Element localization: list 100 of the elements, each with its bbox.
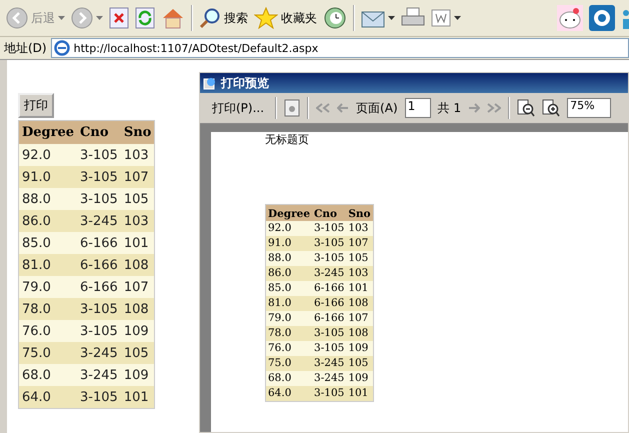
page-label: 页面(A) [356, 100, 398, 116]
table-cell: 101 [346, 281, 374, 296]
table-cell: 3-105 [312, 341, 346, 356]
table-cell: 105 [346, 356, 374, 371]
table-cell: 68.0 [266, 371, 312, 386]
table-cell: 91.0 [18, 166, 78, 188]
table-cell: 101 [346, 386, 374, 402]
table-cell: 3-245 [77, 342, 121, 364]
table-cell: 6-166 [312, 311, 346, 326]
table-cell: 91.0 [266, 236, 312, 251]
table-cell: 3-105 [312, 221, 346, 236]
table-cell: 105 [346, 251, 374, 266]
table-cell: 68.0 [18, 364, 78, 386]
table-cell: 109 [346, 371, 374, 386]
table-cell: 3-105 [312, 326, 346, 341]
table-cell: 3-105 [312, 251, 346, 266]
table-cell: 3-245 [312, 356, 346, 371]
page-setup-icon[interactable] [284, 99, 300, 117]
table-cell: 88.0 [266, 251, 312, 266]
table-cell: 3-105 [312, 386, 346, 402]
table-cell: 107 [346, 311, 374, 326]
column-header: Degree [266, 204, 312, 221]
star-icon[interactable] [254, 7, 278, 29]
column-header: Cno [312, 204, 346, 221]
home-icon[interactable] [161, 7, 185, 29]
table-cell: 6-166 [312, 281, 346, 296]
caret-icon[interactable] [388, 16, 395, 20]
table-cell: 3-105 [77, 386, 121, 408]
table-cell: 108 [120, 298, 155, 320]
table-cell: 6-166 [77, 232, 121, 254]
table-cell: 108 [120, 254, 155, 276]
table-cell: 79.0 [18, 276, 78, 298]
table-cell: 64.0 [18, 386, 78, 408]
table-cell: 107 [120, 166, 155, 188]
column-header: Degree [18, 120, 78, 144]
table-cell: 86.0 [18, 210, 78, 232]
search-icon[interactable] [199, 7, 221, 29]
table-cell: 85.0 [18, 232, 78, 254]
print-button[interactable]: 打印(P)... [208, 98, 268, 118]
table-cell: 6-166 [77, 276, 121, 298]
document-icon[interactable] [431, 9, 451, 27]
table-cell: 81.0 [266, 296, 312, 311]
favorites-label[interactable]: 收藏夹 [281, 10, 317, 26]
table-cell: 92.0 [266, 221, 312, 236]
address-field[interactable]: http://localhost:1107/ADOtest/Default2.aspx [50, 38, 629, 58]
table-cell: 86.0 [266, 266, 312, 281]
table-cell: 75.0 [266, 356, 312, 371]
refresh-icon[interactable] [135, 7, 155, 29]
table-cell: 109 [120, 364, 155, 386]
address-label: 地址(D) [4, 40, 47, 56]
zoom-dropdown[interactable]: 75% [567, 98, 612, 118]
table-cell: 108 [346, 326, 374, 341]
table-cell: 103 [346, 266, 374, 281]
table-cell: 92.0 [18, 144, 78, 166]
window-title: 打印预览 [221, 74, 269, 92]
table-cell: 3-105 [312, 236, 346, 251]
table-cell: 79.0 [266, 311, 312, 326]
stop-icon[interactable] [109, 7, 129, 29]
column-header: Sno [120, 120, 155, 144]
zoom-out-icon[interactable] [517, 99, 536, 117]
window-icon [203, 76, 217, 90]
table-cell: 88.0 [18, 188, 78, 210]
table-cell: 103 [120, 144, 155, 166]
table-cell: 101 [120, 232, 155, 254]
clock-icon[interactable] [323, 7, 347, 29]
table-cell: 107 [120, 276, 155, 298]
caret-icon[interactable] [454, 16, 461, 20]
table-cell: 103 [120, 210, 155, 232]
table-cell: 75.0 [18, 342, 78, 364]
column-header: Sno [346, 204, 374, 221]
zoom-in-icon[interactable] [542, 99, 560, 117]
table-cell: 3-245 [77, 364, 121, 386]
table-cell: 81.0 [18, 254, 78, 276]
page-title: 无标题页 [265, 132, 310, 147]
table-cell: 108 [346, 296, 374, 311]
table-cell: 3-105 [77, 144, 121, 166]
cat-face-icon[interactable] [557, 5, 583, 31]
table-cell: 76.0 [266, 341, 312, 356]
table-cell: 3-105 [77, 166, 121, 188]
table-cell: 3-105 [77, 298, 121, 320]
table-cell: 6-166 [77, 254, 121, 276]
table-cell: 3-105 [77, 320, 121, 342]
table-cell: 109 [120, 320, 155, 342]
p-logo-icon[interactable] [589, 5, 615, 31]
table-cell: 105 [120, 188, 155, 210]
table-cell: 3-245 [312, 371, 346, 386]
page-number-field[interactable]: 1 [404, 98, 431, 118]
table-cell: 64.0 [266, 386, 312, 402]
print-button[interactable]: 打印 [18, 93, 54, 118]
table-cell: 103 [346, 221, 374, 236]
search-label[interactable]: 搜索 [224, 10, 248, 26]
table-cell: 3-245 [312, 266, 346, 281]
table-cell: 6-166 [312, 296, 346, 311]
table-cell: 76.0 [18, 320, 78, 342]
table-cell: 109 [346, 341, 374, 356]
table-cell: 85.0 [266, 281, 312, 296]
table-cell: 3-105 [77, 188, 121, 210]
table-cell: 78.0 [18, 298, 78, 320]
table-cell: 107 [346, 236, 374, 251]
column-header: Cno [77, 120, 121, 144]
